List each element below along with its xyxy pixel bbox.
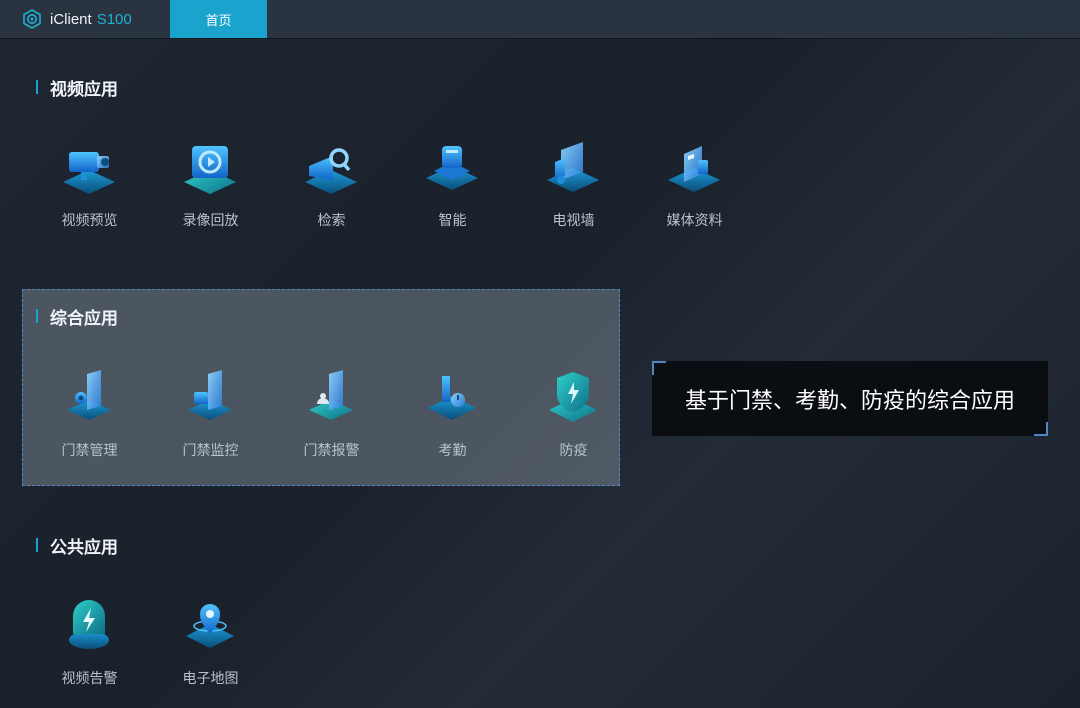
chip-icon [426, 146, 478, 190]
section-title-integrated: 综合应用 [36, 306, 118, 329]
camera-icon [63, 152, 115, 194]
logo-icon [23, 9, 41, 29]
app-label: 录像回放 [182, 213, 239, 229]
tooltip: 基于门禁、考勤、防疫的综合应用 [652, 361, 1048, 436]
section-title-text: 视频应用 [50, 79, 118, 100]
media-icon [668, 146, 720, 192]
playback-icon [184, 146, 236, 194]
tooltip-corner [1034, 422, 1048, 436]
app-epidemic[interactable]: 防疫 [513, 366, 634, 486]
section-marker [36, 80, 38, 94]
brand-model: S100 [96, 10, 132, 28]
tooltip-text: 基于门禁、考勤、防疫的综合应用 [684, 388, 1015, 414]
section-marker [36, 309, 38, 323]
door-monitor-icon [188, 370, 232, 420]
attendance-icon [428, 376, 476, 420]
app-label: 视频告警 [61, 671, 118, 687]
app-video-preview[interactable]: 视频预览 [29, 136, 150, 256]
app-playback[interactable]: 录像回放 [150, 136, 271, 256]
app-access-management[interactable]: 门禁管理 [29, 366, 150, 486]
app-label: 视频预览 [61, 213, 118, 229]
app-label: 门禁管理 [61, 443, 118, 459]
search-icon [305, 148, 357, 194]
app-label: 智能 [438, 213, 467, 229]
door-icon [67, 370, 111, 420]
app-label: 检索 [317, 213, 346, 229]
app-access-monitor[interactable]: 门禁监控 [150, 366, 271, 486]
app-search[interactable]: 检索 [271, 136, 392, 256]
section-title-text: 公共应用 [50, 537, 118, 558]
app-label: 电子地图 [182, 671, 239, 687]
section-title-public: 公共应用 [36, 535, 118, 558]
app-attendance[interactable]: 考勤 [392, 366, 513, 486]
tab-home[interactable]: 首页 [170, 0, 267, 38]
section-title-video: 视频应用 [36, 77, 118, 100]
app-label: 考勤 [438, 443, 467, 459]
brand-name: iClient [50, 10, 92, 28]
app-intelligent[interactable]: 智能 [392, 136, 513, 256]
top-bar: iClient S100 首页 [0, 0, 1080, 38]
tooltip-corner [652, 361, 666, 375]
shield-icon [549, 372, 597, 422]
map-pin-icon [186, 604, 234, 648]
app-label: 防疫 [559, 443, 588, 459]
alarm-icon [69, 600, 109, 649]
app-tv-wall[interactable]: 电视墙 [513, 136, 634, 256]
tv-wall-icon [547, 142, 599, 192]
app-label: 媒体资料 [666, 213, 723, 229]
section-marker [36, 538, 38, 552]
app-label: 电视墙 [552, 213, 595, 229]
brand: iClient S100 [22, 8, 132, 30]
app-video-alarm[interactable]: 视频告警 [29, 594, 150, 708]
app-media[interactable]: 媒体资料 [634, 136, 755, 256]
app-label: 门禁报警 [303, 443, 360, 459]
section-title-text: 综合应用 [50, 308, 118, 329]
app-label: 门禁监控 [182, 443, 239, 459]
app-e-map[interactable]: 电子地图 [150, 594, 271, 708]
door-alarm-icon [309, 370, 353, 420]
app-access-alarm[interactable]: 门禁报警 [271, 366, 392, 486]
